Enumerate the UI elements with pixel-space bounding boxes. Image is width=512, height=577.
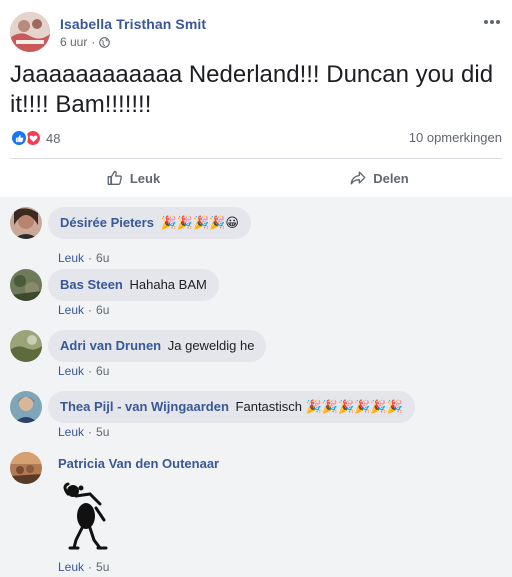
avatar-photo — [10, 391, 42, 423]
commenter-avatar[interactable] — [10, 391, 42, 423]
divider-top — [10, 158, 502, 159]
comments-count-link[interactable]: 10 opmerkingen — [409, 130, 502, 145]
comment-item: Thea Pijl - van Wijngaarden Fantastisch … — [10, 391, 502, 453]
comment-item: Patricia Van den Outenaar Leuk · 5u — [10, 452, 502, 576]
post-text: Jaaaaaaaaaaaa Nederland!!! Duncan you di… — [10, 61, 494, 118]
comments-section: Désirée Pieters 🎉🎉🎉🎉😀 Leuk · 6u Bas Stee… — [0, 197, 512, 577]
comment-separator: · — [88, 560, 93, 574]
commenter-name[interactable]: Adri van Drunen — [60, 338, 161, 353]
comment-text: Ja geweldig he — [167, 338, 255, 353]
comment-like-link[interactable]: Leuk — [58, 560, 84, 574]
post-meta: 6 uur · — [60, 35, 111, 49]
avatar-photo — [10, 269, 42, 301]
comment-like-link[interactable]: Leuk — [58, 303, 84, 317]
meta-separator: · — [91, 35, 96, 49]
comment-time[interactable]: 6u — [96, 251, 109, 265]
avatar-photo — [10, 330, 42, 362]
comment-bubble: Bas Steen Hahaha BAM — [48, 269, 219, 301]
post-header: Isabella Tristhan Smit 6 uur · — [10, 12, 502, 52]
avatar-photo — [10, 12, 50, 52]
commenter-name[interactable]: Thea Pijl - van Wijngaarden — [60, 399, 229, 414]
comment-item: Adri van Drunen Ja geweldig he Leuk · 6u — [10, 330, 502, 392]
comment-time[interactable]: 5u — [96, 560, 109, 574]
comment-time[interactable]: 5u — [96, 425, 109, 439]
comment-bubble: Thea Pijl - van Wijngaarden Fantastisch … — [48, 391, 415, 423]
comment-bubble: Adri van Drunen Ja geweldig he — [48, 330, 267, 362]
comment-time[interactable]: 6u — [96, 364, 109, 378]
comment-actions: Leuk · 5u — [58, 425, 109, 439]
dancing-figure-sticker — [63, 482, 108, 550]
comment-text: Fantastisch 🎉🎉🎉🎉🎉🎉 — [235, 399, 403, 414]
like-reaction-icon — [10, 129, 28, 147]
author-avatar[interactable] — [10, 12, 50, 52]
more-options-icon[interactable] — [482, 14, 502, 30]
share-button-label: Delen — [373, 170, 409, 186]
comment-actions: Leuk · 6u — [58, 364, 109, 378]
comment-item: Bas Steen Hahaha BAM Leuk · 6u — [10, 269, 502, 331]
comment-item: Désirée Pieters 🎉🎉🎉🎉😀 Leuk · 6u — [10, 207, 502, 269]
comment-text: Hahaha BAM — [129, 277, 207, 292]
comment-like-link[interactable]: Leuk — [58, 425, 84, 439]
comment-bubble: Désirée Pieters 🎉🎉🎉🎉😀 — [48, 207, 251, 239]
comment-like-link[interactable]: Leuk — [58, 251, 84, 265]
comment-separator: · — [88, 303, 93, 317]
post-author-name[interactable]: Isabella Tristhan Smit — [60, 16, 206, 32]
commenter-avatar[interactable] — [10, 269, 42, 301]
commenter-avatar[interactable] — [10, 207, 42, 239]
like-button[interactable]: Leuk — [10, 160, 256, 196]
comment-actions: Leuk · 5u — [58, 560, 109, 574]
post-time[interactable]: 6 uur — [60, 35, 87, 49]
avatar-photo — [10, 452, 42, 484]
post-stats: 48 10 opmerkingen — [10, 128, 502, 148]
globe-icon — [99, 36, 111, 48]
comment-separator: · — [88, 251, 93, 265]
commenter-name[interactable]: Désirée Pieters — [60, 215, 154, 230]
comment-separator: · — [88, 364, 93, 378]
comment-text: 🎉🎉🎉🎉😀 — [160, 215, 239, 230]
commenter-avatar[interactable] — [10, 330, 42, 362]
comment-actions: Leuk · 6u — [58, 251, 109, 265]
comment-like-link[interactable]: Leuk — [58, 364, 84, 378]
post-action-bar: Leuk Delen — [10, 160, 502, 196]
avatar-photo — [10, 207, 42, 239]
commenter-avatar[interactable] — [10, 452, 42, 484]
comment-separator: · — [88, 425, 93, 439]
share-button[interactable]: Delen — [256, 160, 502, 196]
commenter-name[interactable]: Bas Steen — [60, 277, 123, 292]
commenter-name[interactable]: Patricia Van den Outenaar — [58, 456, 219, 471]
reactions-summary[interactable]: 48 — [10, 129, 60, 147]
like-button-label: Leuk — [129, 170, 161, 186]
reaction-count: 48 — [46, 130, 61, 146]
comment-time[interactable]: 6u — [96, 303, 109, 317]
share-arrow-icon — [350, 171, 366, 185]
thumbs-up-icon — [107, 170, 122, 185]
comment-actions: Leuk · 6u — [58, 303, 109, 317]
